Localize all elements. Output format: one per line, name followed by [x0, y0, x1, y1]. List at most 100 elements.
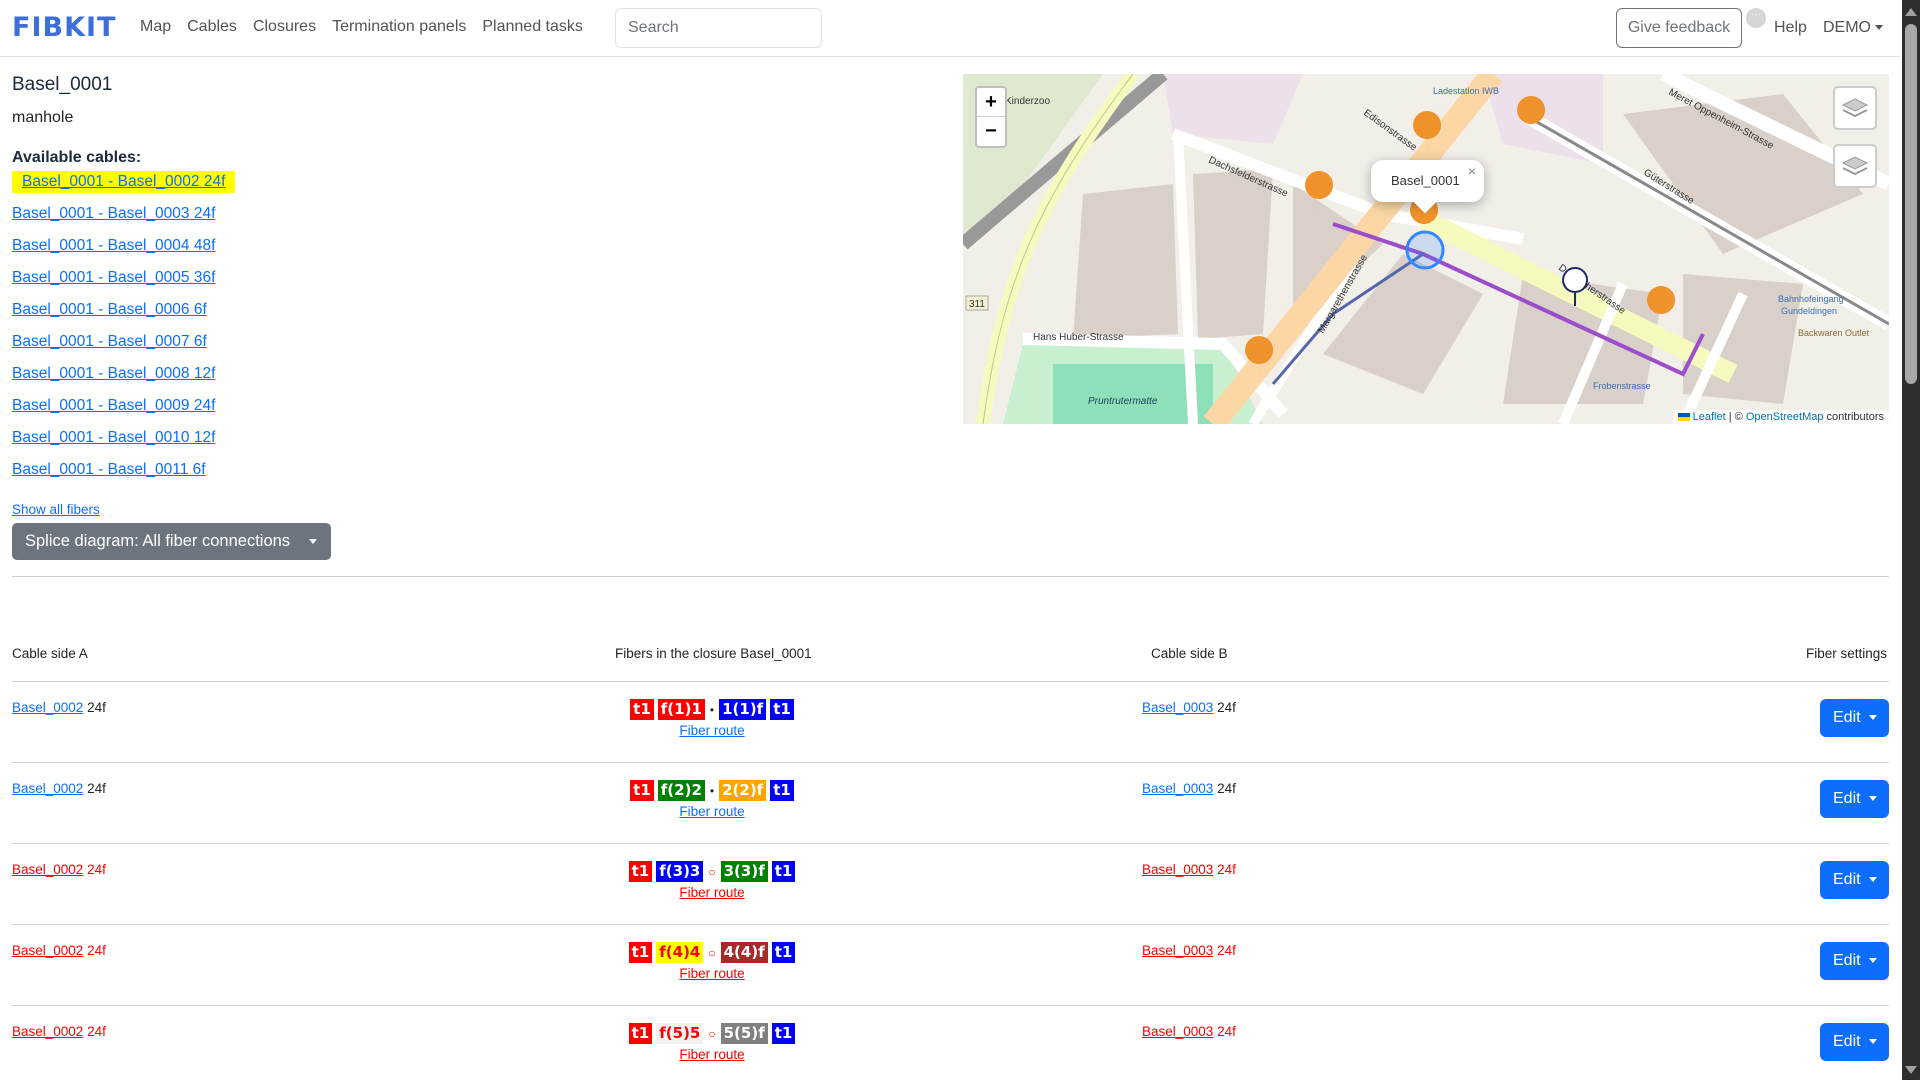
layers-icon	[1841, 98, 1869, 118]
cable-side-b-link[interactable]: Basel_0003	[1142, 781, 1213, 796]
selected-closure-circle	[1405, 230, 1445, 270]
zoom-out-button[interactable]: −	[977, 117, 1005, 146]
nav-termination-panels[interactable]: Termination panels	[332, 18, 466, 36]
cable-link[interactable]: Basel_0001 - Basel_0003 24f	[12, 203, 235, 235]
available-cables-heading: Available cables:	[12, 149, 142, 166]
cable-side-a-count: 24f	[87, 700, 106, 715]
scroll-up-arrow-icon[interactable]	[1905, 8, 1917, 16]
osm-link[interactable]: OpenStreetMap	[1746, 411, 1824, 423]
nav-map[interactable]: Map	[140, 18, 171, 36]
search-input[interactable]	[615, 8, 822, 48]
chevron-down-icon	[1868, 1039, 1877, 1045]
fiber-connection-cell: t1 f(1)1 • 1(1)f t1 Fiber route	[592, 699, 832, 738]
close-icon[interactable]: ×	[1468, 150, 1476, 192]
fiber-chip: 1(1)f	[719, 699, 767, 720]
chevron-down-icon	[1868, 958, 1877, 964]
fiber-chip: 3(3)f	[720, 861, 768, 882]
main-nav: Map Cables Closures Termination panels P…	[140, 18, 583, 36]
splice-diagram-label: Splice diagram: All fiber connections	[25, 532, 291, 550]
cable-link[interactable]: Basel_0001 - Basel_0007 6f	[12, 331, 235, 363]
fiber-chips: t1 f(3)3 ○ 3(3)f t1	[628, 861, 796, 882]
show-all-fibers-link[interactable]: Show all fibers	[12, 502, 100, 517]
nav-planned-tasks[interactable]: Planned tasks	[482, 18, 583, 36]
map[interactable]: Dachsfelderstrasse Edisonstrasse Kinderz…	[963, 74, 1889, 424]
fiber-chip: t1	[628, 1023, 653, 1044]
cable-side-a-count: 24f	[87, 781, 106, 796]
fiber-chip: f(5)5	[656, 1023, 704, 1044]
fiber-route-link[interactable]: Fiber route	[592, 723, 832, 738]
cable-side-b-link[interactable]: Basel_0003	[1142, 1024, 1213, 1039]
cable-link[interactable]: Basel_0001 - Basel_0009 24f	[12, 395, 235, 427]
cable-link-highlighted[interactable]: Basel_0001 - Basel_0002 24f	[12, 171, 236, 193]
cable-side-a-link[interactable]: Basel_0002	[12, 781, 83, 796]
cable-link[interactable]: Basel_0001 - Basel_0006 6f	[12, 299, 235, 331]
nav-cables[interactable]: Cables	[187, 18, 237, 36]
cable-side-b-cell: Basel_0003 24f	[1142, 781, 1236, 796]
cable-side-a-link[interactable]: Basel_0002	[12, 862, 83, 877]
edit-fiber-button[interactable]: Edit	[1820, 699, 1889, 737]
fiber-chip: f(3)3	[656, 861, 704, 882]
fiber-chips: t1 f(1)1 • 1(1)f t1	[630, 699, 794, 720]
cable-link[interactable]: Basel_0001 - Basel_0008 12f	[12, 363, 235, 395]
cable-side-a-cell: Basel_0002 24f	[12, 943, 106, 958]
map-place-label: Frobenstrasse	[1593, 381, 1651, 391]
chevron-down-icon	[309, 539, 317, 544]
cable-link[interactable]: Basel_0001 - Basel_0011 6f	[12, 459, 235, 491]
splice-diagram-select[interactable]: Splice diagram: All fiber connections	[12, 523, 331, 560]
cable-side-b-link[interactable]: Basel_0003	[1142, 700, 1213, 715]
more-dots-icon[interactable]: ···	[1746, 8, 1766, 28]
edit-fiber-button[interactable]: Edit	[1820, 780, 1889, 818]
header-fiber-settings: Fiber settings	[1806, 646, 1888, 661]
cable-side-b-link[interactable]: Basel_0003	[1142, 862, 1213, 877]
edit-label: Edit	[1833, 709, 1861, 726]
fiber-chip: f(4)4	[656, 942, 704, 963]
cable-link[interactable]: Basel_0001 - Basel_0010 12f	[12, 427, 235, 459]
fiber-chip: t1	[628, 942, 653, 963]
map-building-block	[1193, 169, 1273, 339]
fiber-chip: 2(2)f	[719, 780, 767, 801]
cable-side-a-link[interactable]: Basel_0002	[12, 700, 83, 715]
cable-side-b-cell: Basel_0003 24f	[1142, 700, 1236, 715]
fiber-route-link[interactable]: Fiber route	[592, 966, 832, 981]
ukraine-flag-icon	[1677, 413, 1690, 422]
unconnected-circle-icon: ○	[708, 945, 716, 960]
fiber-route-link[interactable]: Fiber route	[592, 885, 832, 900]
fiber-route-link[interactable]: Fiber route	[592, 1047, 832, 1062]
cable-side-b-link[interactable]: Basel_0003	[1142, 943, 1213, 958]
row-divider	[12, 924, 1889, 925]
give-feedback-button[interactable]: Give feedback	[1616, 8, 1742, 48]
help-link[interactable]: Help	[1774, 19, 1807, 37]
row-divider	[12, 762, 1889, 763]
fiber-route-link[interactable]: Fiber route	[592, 804, 832, 819]
scroll-thumb[interactable]	[1905, 24, 1917, 384]
edit-fiber-button[interactable]: Edit	[1820, 1023, 1889, 1061]
cable-side-a-link[interactable]: Basel_0002	[12, 1024, 83, 1039]
scroll-down-arrow-icon[interactable]	[1905, 1066, 1917, 1074]
fiber-connection-cell: t1 f(5)5 ○ 5(5)f t1 Fiber route	[592, 1023, 832, 1062]
fiber-connection-cell: t1 f(2)2 • 2(2)f t1 Fiber route	[592, 780, 832, 819]
chevron-down-icon	[1868, 796, 1877, 802]
closure-type: manhole	[12, 109, 74, 126]
edit-fiber-button[interactable]: Edit	[1820, 942, 1889, 980]
cable-link[interactable]: Basel_0001 - Basel_0005 36f	[12, 267, 235, 299]
cable-side-a-link[interactable]: Basel_0002	[12, 943, 83, 958]
cable-link[interactable]: Basel_0001 - Basel_0004 48f	[12, 235, 235, 267]
fiber-chips: t1 f(4)4 ○ 4(4)f t1	[628, 942, 796, 963]
unconnected-circle-icon: ○	[708, 1026, 716, 1041]
user-menu[interactable]: DEMO	[1823, 19, 1883, 37]
cable-side-b-cell: Basel_0003 24f	[1142, 1024, 1236, 1039]
svg-text:Gundeldingen: Gundeldingen	[1781, 306, 1837, 316]
cable-side-a-cell: Basel_0002 24f	[12, 700, 106, 715]
page-scrollbar[interactable]	[1902, 0, 1920, 1080]
overlay-layers-button[interactable]	[1833, 144, 1877, 188]
app-logo[interactable]: FIBKIT	[12, 12, 116, 43]
cable-side-a-count: 24f	[87, 862, 106, 877]
zoom-in-button[interactable]: +	[977, 88, 1005, 117]
leaflet-link[interactable]: Leaflet	[1693, 411, 1726, 423]
cable-side-b-count: 24f	[1217, 700, 1236, 715]
nav-closures[interactable]: Closures	[253, 18, 316, 36]
edit-fiber-button[interactable]: Edit	[1820, 861, 1889, 899]
fiber-chip: f(1)1	[657, 699, 705, 720]
layers-button[interactable]	[1833, 86, 1877, 130]
cable-side-a-count: 24f	[87, 943, 106, 958]
